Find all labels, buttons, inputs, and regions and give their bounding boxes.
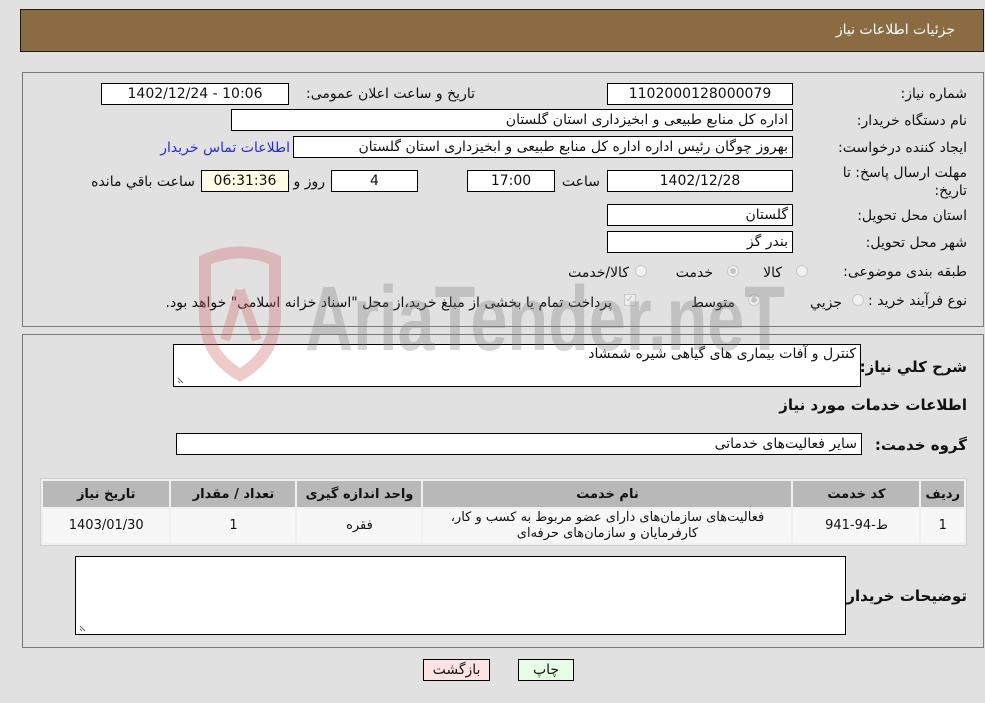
- resize-grip-icon[interactable]: [177, 375, 186, 384]
- buyer-notes-textarea[interactable]: [75, 556, 846, 635]
- column-header-service-code: کد خدمت: [793, 481, 920, 507]
- column-header-unit: واحد اندازه گیری: [297, 481, 422, 507]
- deadline-label: مهلت ارسال پاسخ: تا تاریخ:: [843, 164, 967, 200]
- table-row: 1 ط-94-941 فعالیت‌های سازمان‌های دارای ع…: [43, 509, 964, 543]
- province-field: گلستان: [607, 204, 793, 226]
- print-button[interactable]: چاپ: [518, 659, 574, 681]
- need-number-label: شماره نیاز:: [900, 86, 968, 102]
- cell-service-name: فعالیت‌های سازمان‌های دارای عضو مربوط به…: [423, 509, 792, 543]
- column-header-service-name: نام خدمت: [423, 481, 792, 507]
- services-section-title: اطلاعات خدمات مورد نیاز: [779, 396, 967, 414]
- column-header-need-date: تاریخ نیاز: [43, 481, 170, 507]
- province-label: استان محل تحویل:: [857, 208, 967, 224]
- deadline-date-field: 1402/12/28: [607, 170, 793, 192]
- need-number-field: 1102000128000079: [607, 83, 793, 105]
- table-header-row: ردیف کد خدمت نام خدمت واحد اندازه گیری ت…: [43, 481, 964, 507]
- category-option-goods: کالا: [763, 265, 782, 281]
- description-textarea[interactable]: کنترل و آفات بیماری های گیاهی شیره شمشاد: [173, 344, 861, 387]
- process-option-minor: جزيي: [810, 295, 842, 311]
- deadline-time-field: 17:00: [467, 170, 555, 192]
- city-label: شهر محل تحویل:: [865, 235, 967, 251]
- category-radio-goods-service[interactable]: [635, 265, 647, 277]
- cell-row-number: 1: [921, 509, 964, 543]
- announce-date-field: 1402/12/24 - 10:06: [101, 83, 289, 105]
- column-header-row-number: ردیف: [921, 481, 964, 507]
- category-radio-goods[interactable]: [796, 265, 808, 277]
- column-header-quantity: تعداد / مقدار: [171, 481, 296, 507]
- remaining-time-label: ساعت باقي مانده: [91, 174, 195, 190]
- cell-service-code: ط-94-941: [793, 509, 920, 543]
- buyer-org-field: اداره کل منابع طبیعی و ابخیزداری استان گ…: [231, 109, 793, 131]
- category-radio-service[interactable]: [727, 265, 739, 277]
- category-label: طبقه بندی موضوعی:: [843, 264, 967, 280]
- remaining-time-field: 06:31:36: [201, 170, 289, 192]
- page-title: جزئیات اطلاعات نیاز: [835, 22, 955, 38]
- days-remaining-field: 4: [331, 170, 418, 192]
- resize-grip-icon[interactable]: [79, 623, 88, 632]
- creator-field: بهروز چوگان رئیس اداره اداره کل منابع طب…: [293, 136, 793, 158]
- description-label: شرح کلي نیاز:: [859, 358, 967, 376]
- process-radio-minor[interactable]: [852, 294, 864, 306]
- deadline-label-line1: مهلت ارسال پاسخ: تا: [842, 165, 967, 181]
- days-label: روز و: [293, 174, 326, 190]
- service-group-label: گروه خدمت:: [874, 436, 967, 454]
- service-group-field: سایر فعالیت‌های خدماتی: [176, 433, 862, 455]
- cell-unit: فقره: [297, 509, 422, 543]
- deadline-label-line2: تاریخ:: [934, 183, 967, 199]
- back-button[interactable]: بازگشت: [423, 659, 490, 681]
- process-radio-medium[interactable]: [748, 294, 760, 306]
- payment-checkbox[interactable]: ✓: [624, 294, 636, 306]
- services-table: ردیف کد خدمت نام خدمت واحد اندازه گیری ت…: [40, 478, 967, 546]
- announce-date-label: تاریخ و ساعت اعلان عمومی:: [306, 86, 475, 102]
- page-header: جزئیات اطلاعات نیاز: [20, 9, 984, 52]
- cell-quantity: 1: [171, 509, 296, 543]
- deadline-time-label: ساعت: [561, 174, 600, 190]
- city-field: بندر گز: [607, 231, 793, 253]
- buyer-notes-label: توضیحات خریدار:: [840, 587, 967, 605]
- cell-need-date: 1403/01/30: [43, 509, 170, 543]
- process-option-medium: متوسط: [691, 295, 735, 311]
- category-option-goods-service: کالا/خدمت: [568, 265, 629, 281]
- buyer-contact-link[interactable]: اطلاعات تماس خریدار: [160, 140, 290, 156]
- buyer-org-label: نام دستگاه خریدار:: [856, 113, 967, 129]
- process-label: نوع فرآیند خرید :: [868, 293, 967, 309]
- payment-note: پرداخت تمام یا بخشی از مبلغ خرید،از محل …: [165, 295, 612, 311]
- creator-label: ایجاد کننده درخواست:: [838, 140, 967, 156]
- description-text: کنترل و آفات بیماری های گیاهی شیره شمشاد: [588, 346, 856, 362]
- category-option-service: خدمت: [675, 265, 713, 281]
